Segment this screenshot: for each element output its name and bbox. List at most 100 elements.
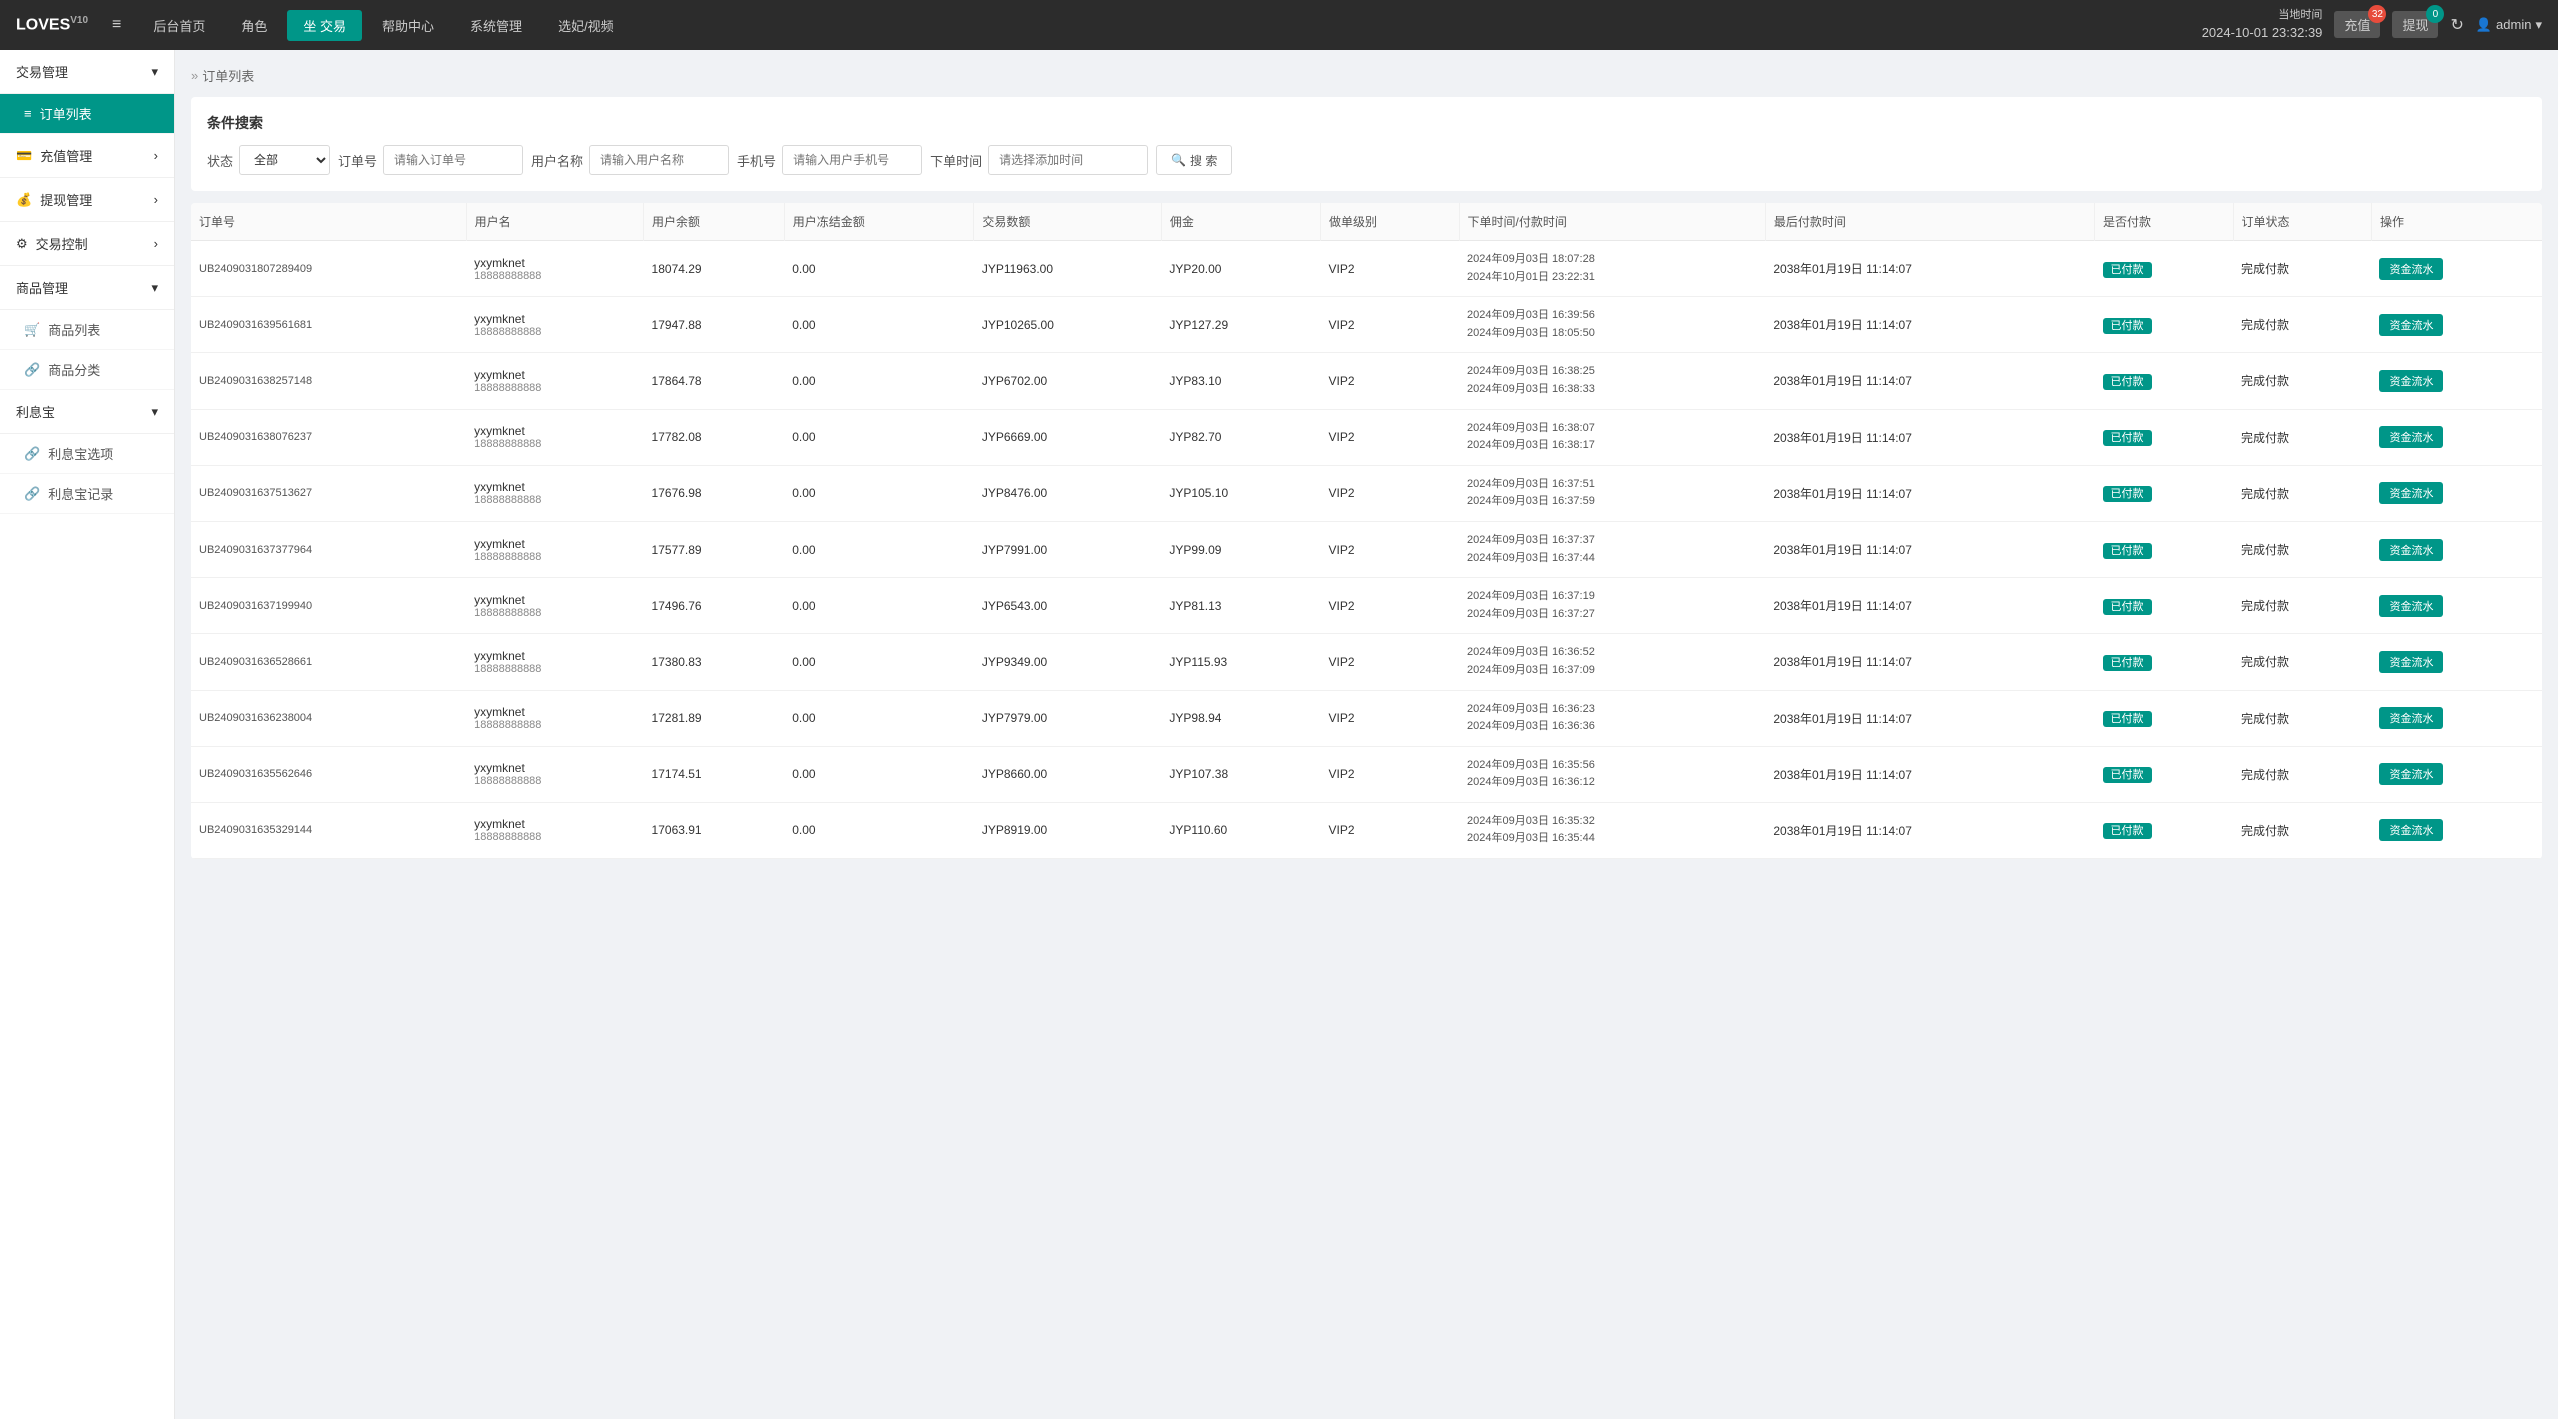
search-button-label: 搜 索 bbox=[1190, 152, 1217, 169]
menu-toggle-icon[interactable]: ≡ bbox=[112, 16, 121, 34]
cell-order-id: UB2409031638257148 bbox=[191, 353, 466, 409]
sidebar-item-label-product-list: 商品列表 bbox=[48, 320, 100, 339]
nav-item-media[interactable]: 选妃/视频 bbox=[542, 10, 630, 41]
col-user-name: 用户名 bbox=[466, 203, 643, 241]
phone-input[interactable] bbox=[782, 145, 922, 175]
sidebar-group-product[interactable]: 商品管理 ▾ bbox=[0, 266, 174, 310]
sidebar-group-trade-management[interactable]: 交易管理 ▾ bbox=[0, 50, 174, 94]
cell-level: VIP2 bbox=[1321, 353, 1459, 409]
refresh-icon[interactable]: ↻ bbox=[2450, 15, 2463, 35]
search-button[interactable]: 🔍 搜 索 bbox=[1156, 145, 1232, 175]
col-last-pay-time: 最后付款时间 bbox=[1765, 203, 2094, 241]
sidebar-group-withdraw[interactable]: 💰 提现管理 › bbox=[0, 178, 174, 222]
sidebar-item-interest-records[interactable]: 🔗 利息宝记录 bbox=[0, 474, 174, 514]
cell-commission: JYP105.10 bbox=[1161, 465, 1320, 521]
sidebar: 交易管理 ▾ ≡ 订单列表 💳 充值管理 › 💰 提现管理 › ⚙ 交易控制 ›… bbox=[0, 50, 175, 1419]
sidebar-item-order-list[interactable]: ≡ 订单列表 bbox=[0, 94, 174, 134]
sidebar-group-label-trade: 交易管理 bbox=[16, 62, 68, 81]
action-button[interactable]: 资金流水 bbox=[2379, 651, 2443, 673]
cell-commission: JYP98.94 bbox=[1161, 690, 1320, 746]
control-icon: ⚙ bbox=[16, 236, 28, 252]
table-header-row: 订单号 用户名 用户余额 用户冻结金额 交易数额 佣金 做单级别 下单时间/付款… bbox=[191, 203, 2542, 241]
time-input[interactable] bbox=[988, 145, 1148, 175]
sidebar-item-interest-options[interactable]: 🔗 利息宝选项 bbox=[0, 434, 174, 474]
cell-balance: 17174.51 bbox=[644, 746, 785, 802]
action-button[interactable]: 资金流水 bbox=[2379, 370, 2443, 392]
user-name-input[interactable] bbox=[589, 145, 729, 175]
cell-status: 完成付款 bbox=[2233, 409, 2371, 465]
action-button[interactable]: 资金流水 bbox=[2379, 258, 2443, 280]
cell-order-id: UB2409031637377964 bbox=[191, 521, 466, 577]
table-row: UB2409031807289409 yxymknet 18888888888 … bbox=[191, 241, 2542, 297]
admin-icon: 👤 bbox=[2476, 17, 2492, 33]
recharge-badge: 32 bbox=[2368, 5, 2386, 23]
action-button[interactable]: 资金流水 bbox=[2379, 482, 2443, 504]
table-row: UB2409031639561681 yxymknet 18888888888 … bbox=[191, 297, 2542, 353]
nav-item-trade[interactable]: 坐 交易 bbox=[287, 10, 362, 41]
action-button[interactable]: 资金流水 bbox=[2379, 707, 2443, 729]
action-button[interactable]: 资金流水 bbox=[2379, 595, 2443, 617]
table-row: UB2409031638257148 yxymknet 18888888888 … bbox=[191, 353, 2542, 409]
cell-is-paid: 已付款 bbox=[2095, 409, 2233, 465]
cell-commission: JYP127.29 bbox=[1161, 297, 1320, 353]
action-button[interactable]: 资金流水 bbox=[2379, 426, 2443, 448]
cell-level: VIP2 bbox=[1321, 297, 1459, 353]
sidebar-group-trade-control[interactable]: ⚙ 交易控制 › bbox=[0, 222, 174, 266]
sidebar-item-label-interest-options: 利息宝选项 bbox=[48, 444, 113, 463]
sidebar-item-product-category[interactable]: 🔗 商品分类 bbox=[0, 350, 174, 390]
order-no-input[interactable] bbox=[383, 145, 523, 175]
cell-last-pay-time: 2038年01月19日 11:14:07 bbox=[1765, 578, 2094, 634]
cell-commission: JYP82.70 bbox=[1161, 409, 1320, 465]
cell-frozen: 0.00 bbox=[784, 521, 974, 577]
nav-item-home[interactable]: 后台首页 bbox=[137, 10, 221, 41]
sidebar-group-interest[interactable]: 利息宝 ▾ bbox=[0, 390, 174, 434]
cell-is-paid: 已付款 bbox=[2095, 578, 2233, 634]
cell-level: VIP2 bbox=[1321, 578, 1459, 634]
cell-action: 资金流水 bbox=[2371, 241, 2542, 297]
cell-frozen: 0.00 bbox=[784, 465, 974, 521]
breadcrumb: » 订单列表 bbox=[191, 66, 2542, 85]
cell-last-pay-time: 2038年01月19日 11:14:07 bbox=[1765, 409, 2094, 465]
admin-menu[interactable]: 👤 admin ▾ bbox=[2476, 17, 2542, 33]
nav-item-role[interactable]: 角色 bbox=[225, 10, 283, 41]
withdraw-button[interactable]: 提现 0 bbox=[2392, 11, 2438, 38]
status-field: 状态 全部 已付款 未付款 完成付款 bbox=[207, 145, 330, 175]
cell-action: 资金流水 bbox=[2371, 465, 2542, 521]
cell-trade-amount: JYP8660.00 bbox=[974, 746, 1162, 802]
action-button[interactable]: 资金流水 bbox=[2379, 314, 2443, 336]
phone-label: 手机号 bbox=[737, 151, 776, 170]
recharge-button[interactable]: 充值 32 bbox=[2334, 11, 2380, 38]
sidebar-item-product-list[interactable]: 🛒 商品列表 bbox=[0, 310, 174, 350]
table-row: UB2409031637377964 yxymknet 18888888888 … bbox=[191, 521, 2542, 577]
cell-order-id: UB2409031638076237 bbox=[191, 409, 466, 465]
cell-is-paid: 已付款 bbox=[2095, 521, 2233, 577]
cell-order-time: 2024年09月03日 18:07:28 2024年10月01日 23:22:3… bbox=[1459, 241, 1765, 297]
status-select[interactable]: 全部 已付款 未付款 完成付款 bbox=[239, 145, 330, 175]
cell-order-time: 2024年09月03日 16:37:19 2024年09月03日 16:37:2… bbox=[1459, 578, 1765, 634]
main-content: » 订单列表 条件搜索 状态 全部 已付款 未付款 完成付款 订单号 bbox=[175, 50, 2558, 1419]
search-title: 条件搜索 bbox=[207, 113, 2526, 133]
cell-action: 资金流水 bbox=[2371, 634, 2542, 690]
action-button[interactable]: 资金流水 bbox=[2379, 539, 2443, 561]
cell-user-name: yxymknet 18888888888 bbox=[466, 297, 643, 353]
cell-last-pay-time: 2038年01月19日 11:14:07 bbox=[1765, 634, 2094, 690]
nav-item-help[interactable]: 帮助中心 bbox=[366, 10, 450, 41]
sidebar-group-recharge[interactable]: 💳 充值管理 › bbox=[0, 134, 174, 178]
nav-item-system[interactable]: 系统管理 bbox=[454, 10, 538, 41]
col-action: 操作 bbox=[2371, 203, 2542, 241]
chevron-icon-interest: ▾ bbox=[151, 404, 158, 420]
status-label: 状态 bbox=[207, 151, 233, 170]
chevron-icon-recharge: › bbox=[154, 148, 158, 163]
action-button[interactable]: 资金流水 bbox=[2379, 819, 2443, 841]
cell-balance: 17496.76 bbox=[644, 578, 785, 634]
cell-status: 完成付款 bbox=[2233, 690, 2371, 746]
cell-action: 资金流水 bbox=[2371, 297, 2542, 353]
cell-frozen: 0.00 bbox=[784, 409, 974, 465]
cell-status: 完成付款 bbox=[2233, 634, 2371, 690]
table-row: UB2409031636528661 yxymknet 18888888888 … bbox=[191, 634, 2542, 690]
action-button[interactable]: 资金流水 bbox=[2379, 763, 2443, 785]
cell-order-time: 2024年09月03日 16:37:37 2024年09月03日 16:37:4… bbox=[1459, 521, 1765, 577]
cell-status: 完成付款 bbox=[2233, 802, 2371, 858]
table-row: UB2409031637199940 yxymknet 18888888888 … bbox=[191, 578, 2542, 634]
cell-balance: 17577.89 bbox=[644, 521, 785, 577]
